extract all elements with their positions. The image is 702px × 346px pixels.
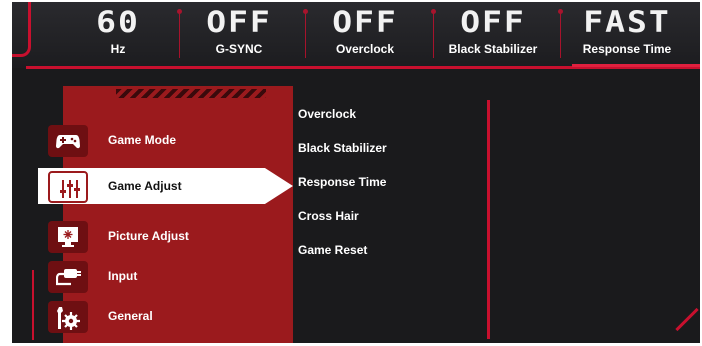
submenu-item-overclock[interactable]: Overclock [298, 107, 356, 121]
gamepad-icon [38, 122, 92, 158]
menu-item-label: General [108, 309, 153, 323]
status-bar: 60 Hz OFF G-SYNC OFF Overclock OFF Black… [12, 2, 700, 68]
osd-frame: 60 Hz OFF G-SYNC OFF Overclock OFF Black… [12, 2, 700, 343]
menu-item-label: Picture Adjust [108, 229, 189, 243]
status-black-stabilizer: OFF Black Stabilizer [433, 2, 553, 56]
submenu-item-cross-hair[interactable]: Cross Hair [298, 209, 359, 223]
menu-item-input[interactable]: Input [38, 258, 293, 294]
menu-item-label: Game Adjust [108, 179, 182, 193]
submenu-divider [487, 100, 490, 339]
sliders-icon [38, 168, 92, 204]
status-label: Hz [110, 42, 126, 56]
status-value: 60 [96, 3, 140, 40]
status-gsync: OFF G-SYNC [179, 2, 299, 56]
status-corner [12, 2, 31, 57]
wrench-gear-icon [38, 298, 92, 334]
status-value: OFF [332, 3, 398, 40]
corner-decoration [675, 307, 699, 332]
status-label: Black Stabilizer [448, 42, 538, 56]
menu-item-general[interactable]: General [38, 298, 293, 334]
status-refresh-rate: 60 Hz [58, 2, 178, 56]
status-value: FAST [583, 3, 671, 40]
submenu-item-game-reset[interactable]: Game Reset [298, 243, 367, 257]
menu-item-picture-adjust[interactable]: Picture Adjust [38, 218, 293, 254]
status-overclock: OFF Overclock [305, 2, 425, 56]
status-label: G-SYNC [215, 42, 263, 56]
menu-hatch-decoration [116, 89, 266, 98]
status-value: OFF [206, 3, 272, 40]
menu-item-label: Input [108, 269, 138, 283]
status-value: OFF [460, 3, 526, 40]
menu-item-label: Game Mode [108, 133, 177, 147]
monitor-brightness-icon [38, 218, 92, 254]
menu-item-game-adjust[interactable]: Game Adjust [38, 168, 293, 204]
status-response-time: FAST Response Time [567, 2, 687, 56]
status-separator [558, 9, 563, 58]
input-plug-icon [38, 258, 92, 294]
status-label: Response Time [582, 42, 672, 56]
submenu-item-response-time[interactable]: Response Time [298, 175, 386, 189]
status-label: Overclock [335, 42, 395, 56]
submenu-item-black-stabilizer[interactable]: Black Stabilizer [298, 141, 387, 155]
status-divider-accent [572, 64, 700, 67]
menu-item-game-mode[interactable]: Game Mode [38, 122, 293, 158]
